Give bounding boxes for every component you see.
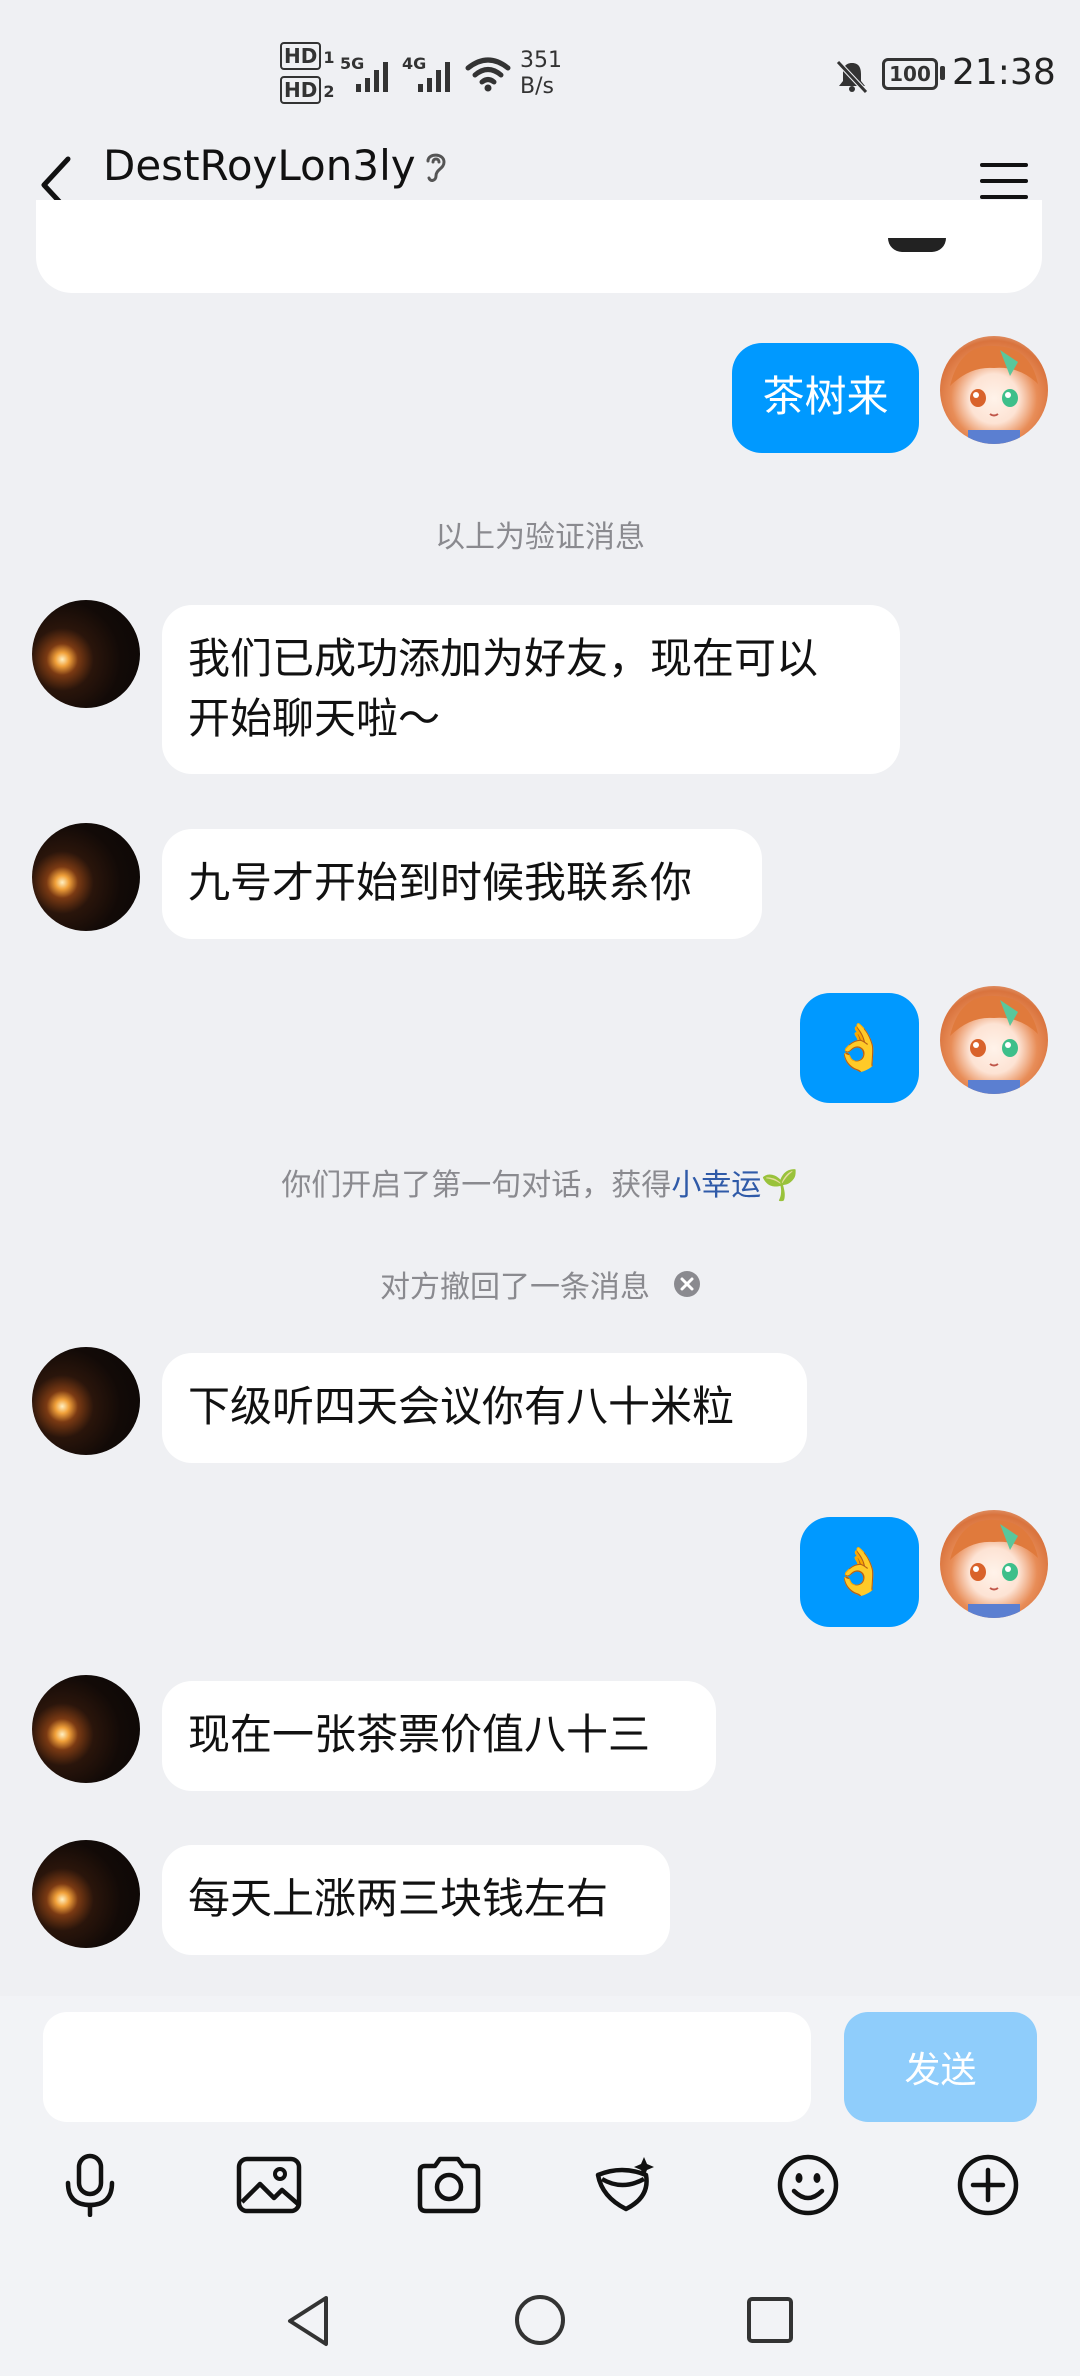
my-avatar[interactable] [940, 336, 1048, 444]
battery-icon: 100 [882, 58, 938, 90]
image-icon[interactable] [236, 2156, 302, 2214]
ear-icon[interactable] [420, 147, 452, 187]
message-text-line1: 我们已成功添加为好友，现在可以 [188, 634, 819, 683]
system-message-recalled: 对方撤回了一条消息 [0, 1262, 1080, 1306]
system-message-lucky: 你们开启了第一句对话，获得小幸运🌱 [0, 1160, 1080, 1204]
message-input[interactable] [43, 2012, 811, 2122]
message-bubble-incoming[interactable]: 每天上涨两三块钱左右 [162, 1845, 670, 1955]
status-bar: HD 1 HD 2 5G 4G 351 B/s 100 21:38 [0, 0, 1080, 135]
system-message: 以上为验证消息 [435, 520, 645, 555]
signal2-icon [418, 58, 450, 92]
send-button[interactable]: 发送 [844, 2012, 1037, 2122]
menu-icon[interactable] [978, 159, 1030, 203]
previous-card-avatar [888, 238, 946, 252]
my-avatar[interactable] [940, 986, 1048, 1094]
contact-avatar[interactable] [32, 1675, 140, 1783]
plus-icon[interactable] [956, 2153, 1020, 2217]
hd2-indicator: HD 2 [280, 76, 334, 104]
red-packet-icon[interactable] [592, 2153, 660, 2217]
contact-avatar[interactable] [32, 823, 140, 931]
camera-icon[interactable] [416, 2155, 482, 2215]
system-message-text: 你们开启了第一句对话，获得 [281, 1168, 672, 1203]
my-avatar[interactable] [940, 1510, 1048, 1618]
navigation-bar [0, 2258, 1080, 2376]
ok-hand-emoji: 👌 [830, 1020, 889, 1074]
contact-name[interactable]: DestRoyLon3ly [103, 141, 416, 190]
network-speed: 351 B/s [520, 48, 562, 99]
contact-avatar[interactable] [32, 1347, 140, 1455]
message-bubble-outgoing[interactable]: 👌 [800, 993, 919, 1103]
contact-avatar[interactable] [32, 1840, 140, 1948]
message-bubble-outgoing[interactable]: 茶树来 [732, 343, 919, 453]
clock: 21:38 [952, 52, 1056, 93]
contact-avatar[interactable] [32, 600, 140, 708]
battery-tip [940, 66, 945, 80]
message-bubble-incoming[interactable]: 我们已成功添加为好友，现在可以 开始聊天啦～ [162, 605, 900, 774]
message-text: 下级听四天会议你有八十米粒 [188, 1382, 735, 1431]
sprout-icon: 🌱 [761, 1168, 799, 1203]
hd1-indicator: HD 1 [280, 42, 334, 70]
message-text: 茶树来 [762, 372, 889, 421]
message-text: 每天上涨两三块钱左右 [188, 1874, 609, 1923]
previous-card [36, 200, 1042, 293]
message-text-line2: 开始聊天啦～ [188, 694, 441, 743]
emoji-icon[interactable] [776, 2153, 840, 2217]
nav-back-icon[interactable] [284, 2294, 332, 2348]
ok-hand-emoji: 👌 [830, 1544, 889, 1598]
message-bubble-incoming[interactable]: 九号才开始到时候我联系你 [162, 829, 762, 939]
message-text: 九号才开始到时候我联系你 [188, 858, 693, 907]
input-bar: 发送 [0, 1996, 1080, 2258]
close-circle-icon[interactable] [674, 1271, 700, 1297]
signal1-icon [356, 58, 388, 92]
microphone-icon[interactable] [62, 2153, 118, 2217]
mute-bell-icon [836, 60, 868, 94]
message-text: 现在一张茶票价值八十三 [188, 1710, 651, 1759]
message-bubble-incoming[interactable]: 现在一张茶票价值八十三 [162, 1681, 716, 1791]
nav-recents-icon[interactable] [746, 2296, 794, 2344]
message-bubble-outgoing[interactable]: 👌 [800, 1517, 919, 1627]
system-message-text: 对方撤回了一条消息 [380, 1270, 650, 1305]
wifi-icon [465, 57, 511, 92]
lucky-link[interactable]: 小幸运 [671, 1168, 761, 1203]
message-bubble-incoming[interactable]: 下级听四天会议你有八十米粒 [162, 1353, 807, 1463]
nav-home-icon[interactable] [514, 2294, 566, 2346]
